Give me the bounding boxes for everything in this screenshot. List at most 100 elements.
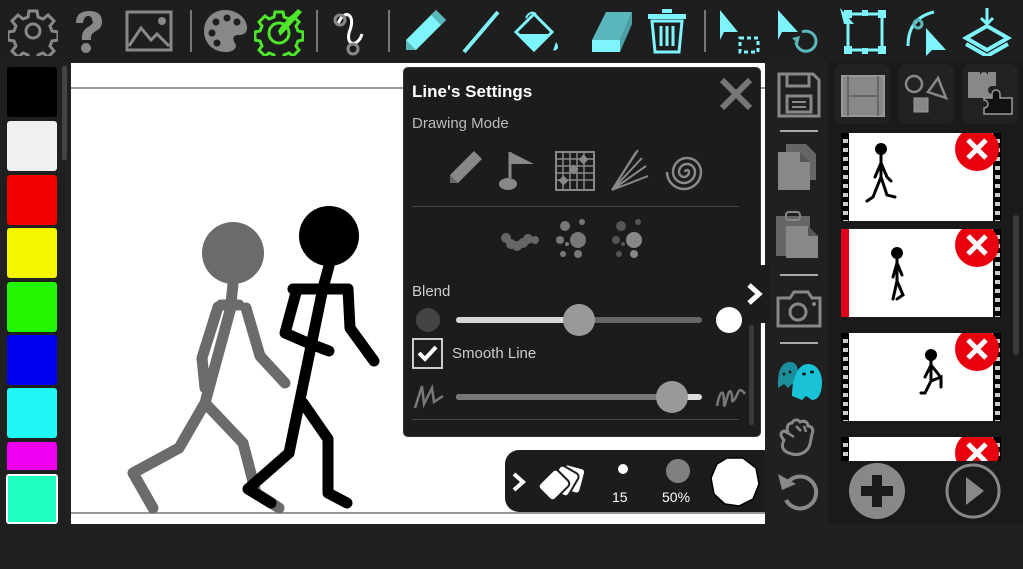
palette-button[interactable]	[198, 4, 252, 58]
delete-frame-icon[interactable]	[955, 133, 999, 171]
play-button[interactable]	[944, 462, 1002, 520]
transform-button[interactable]	[836, 4, 890, 58]
blend-min-icon	[416, 308, 440, 332]
frame-thumbnail[interactable]	[841, 229, 1001, 317]
frame-thumbnail[interactable]	[841, 333, 1001, 421]
dots-trail-brush-icon[interactable]	[498, 218, 544, 264]
brush-opacity-dot[interactable]	[666, 459, 690, 483]
brush-presets-icon[interactable]	[535, 462, 591, 504]
eraser-icon	[592, 12, 632, 52]
divider	[412, 419, 739, 420]
grid-mode-icon[interactable]	[552, 148, 598, 194]
curve-button[interactable]	[326, 4, 380, 58]
brush-gear-icon	[254, 9, 304, 56]
color-swatch[interactable]	[7, 228, 57, 278]
layer-down-button[interactable]	[960, 4, 1014, 58]
smoothness-slider-handle[interactable]	[656, 381, 689, 413]
current-figure	[242, 206, 380, 509]
frames-tab[interactable]	[834, 64, 890, 124]
line-tool-button[interactable]	[454, 4, 508, 58]
bend-button[interactable]	[900, 4, 954, 58]
line-icon	[462, 10, 500, 54]
copy-icon[interactable]	[774, 142, 824, 192]
scatter-dots-brush-icon[interactable]	[552, 216, 598, 262]
color-swatch[interactable]	[6, 474, 58, 524]
palette-icon	[204, 10, 247, 52]
color-swatch[interactable]	[7, 335, 57, 385]
image-icon	[125, 10, 173, 52]
film-icon	[841, 75, 885, 117]
rays-mode-icon[interactable]	[606, 148, 652, 194]
undo-icon[interactable]	[774, 466, 824, 516]
frames-scrollbar[interactable]	[1013, 215, 1019, 355]
toolbar-divider	[704, 10, 706, 52]
hand-icon[interactable]	[774, 410, 824, 460]
delete-frame-icon[interactable]	[955, 229, 999, 267]
select-rotate-icon	[778, 10, 818, 53]
blend-label: Blend	[412, 283, 451, 300]
brush-color-swatch[interactable]	[709, 456, 761, 508]
transform-icon	[840, 8, 886, 54]
delete-tool-button[interactable]	[640, 4, 694, 58]
shapes-tab[interactable]	[898, 64, 954, 124]
plus-circle-icon	[849, 463, 905, 519]
brush-size-dot[interactable]	[618, 464, 628, 474]
tool-settings-button[interactable]	[252, 4, 306, 58]
brush-opacity-value[interactable]: 50%	[662, 489, 690, 505]
rotate-select-button[interactable]	[770, 4, 824, 58]
background-image-button[interactable]	[122, 4, 176, 58]
color-swatch[interactable]	[7, 67, 57, 117]
add-frame-button[interactable]	[848, 462, 906, 520]
help-button[interactable]	[62, 4, 116, 58]
toolbar-divider	[316, 10, 318, 52]
chevron-right-icon	[747, 283, 763, 305]
color-swatch[interactable]	[7, 121, 57, 171]
frame-thumbnail[interactable]	[841, 133, 1001, 221]
smooth-line-checkbox[interactable]	[412, 338, 443, 369]
flag-mode-icon[interactable]	[498, 148, 544, 194]
color-swatch[interactable]	[7, 175, 57, 225]
paste-icon[interactable]	[774, 210, 824, 260]
smoothness-slider[interactable]	[456, 381, 702, 413]
camera-icon[interactable]	[774, 284, 824, 334]
blend-slider[interactable]	[456, 304, 702, 336]
puzzle-tab[interactable]	[962, 64, 1018, 124]
settings-button[interactable]	[6, 4, 60, 58]
eraser-tool-button[interactable]	[584, 4, 638, 58]
expand-panel-button[interactable]	[742, 265, 770, 323]
toolbar-divider	[388, 10, 390, 52]
chevron-right-icon[interactable]	[509, 470, 531, 494]
line-settings-panel: Line's Settings Drawing Mode Blend Smoot…	[403, 67, 761, 437]
floppy-icon[interactable]	[774, 70, 824, 120]
blend-slider-handle[interactable]	[563, 304, 595, 336]
question-icon	[76, 11, 102, 53]
frame-thumbnail[interactable]	[841, 437, 1001, 461]
fill-tool-button[interactable]	[510, 4, 564, 58]
color-swatch[interactable]	[7, 282, 57, 332]
pencil-tool-button[interactable]	[398, 4, 452, 58]
play-icon	[945, 463, 1001, 519]
spiral-mode-icon[interactable]	[662, 148, 708, 194]
divider	[412, 206, 739, 207]
delete-frame-icon[interactable]	[955, 333, 999, 371]
smooth-line-icon	[715, 388, 747, 407]
settings-scrollbar[interactable]	[749, 325, 754, 425]
ghost-icon[interactable]	[774, 352, 824, 402]
close-icon[interactable]	[718, 76, 754, 112]
smooth-line-label: Smooth Line	[452, 345, 537, 362]
side-divider	[780, 130, 818, 132]
layer-down-icon	[962, 8, 1012, 56]
brush-size-value[interactable]: 15	[612, 489, 628, 505]
curve-icon	[333, 13, 364, 56]
color-swatch[interactable]	[7, 388, 57, 438]
palette-scrollbar[interactable]	[62, 66, 67, 160]
top-toolbar	[0, 0, 1023, 62]
color-swatch[interactable]	[7, 442, 57, 470]
scatter-faded-brush-icon[interactable]	[608, 216, 654, 262]
puzzle-icon	[968, 72, 1013, 115]
pencil-mode-icon[interactable]	[442, 148, 488, 194]
delete-frame-icon[interactable]	[955, 437, 999, 461]
shapes-icon	[904, 74, 949, 113]
rough-line-icon	[413, 383, 444, 409]
select-area-button[interactable]	[712, 4, 766, 58]
